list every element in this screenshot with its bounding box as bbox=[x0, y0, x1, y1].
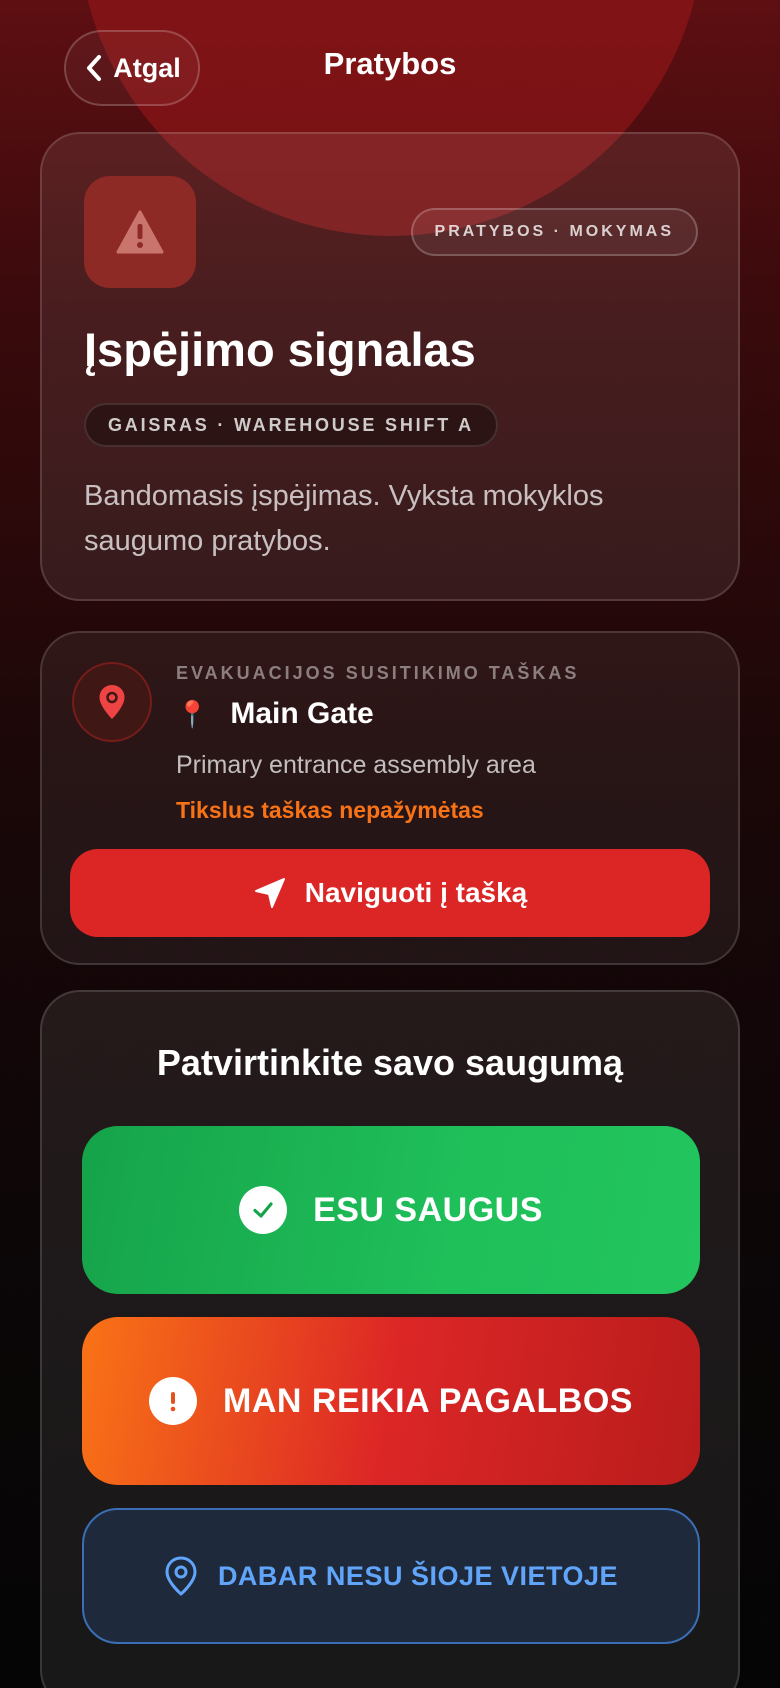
drill-mode-badge: PRATYBOS · MOKYMAS bbox=[410, 208, 698, 256]
alert-type-badge: GAISRAS · WAREHOUSE SHIFT A bbox=[84, 403, 498, 447]
assembly-point-description: Primary entrance assembly area bbox=[176, 751, 536, 779]
alert-card: PRATYBOS · MOKYMAS Įspėjimo signalas GAI… bbox=[40, 132, 740, 601]
im-safe-button[interactable]: ESU SAUGUS bbox=[82, 1126, 700, 1294]
map-pin-outline-icon bbox=[165, 1556, 197, 1596]
map-pin-icon bbox=[99, 685, 125, 719]
safety-card: Patvirtinkite savo saugumą ESU SAUGUS MA… bbox=[40, 990, 740, 1688]
warning-triangle-icon bbox=[116, 210, 164, 254]
assembly-point-label: EVAKUACIJOS SUSITIKIMO TAŠKAS bbox=[176, 663, 580, 683]
pushpin-icon: 📍 bbox=[176, 698, 209, 729]
navigate-button[interactable]: Naviguoti į tašką bbox=[70, 849, 710, 937]
exclamation-circle-icon bbox=[149, 1377, 198, 1425]
alert-title: Įspėjimo signalas bbox=[84, 323, 476, 376]
assembly-point-name-row: 📍 Main Gate bbox=[176, 697, 374, 731]
location-icon-circle bbox=[72, 662, 152, 742]
navigation-arrow-icon bbox=[254, 878, 285, 908]
assembly-point-warning: Tikslus taškas nepažymėtas bbox=[176, 797, 484, 823]
alert-description: Bandomasis įspėjimas. Vyksta mokyklos sa… bbox=[84, 480, 604, 557]
page-title: Pratybos bbox=[323, 46, 457, 81]
not-at-location-button[interactable]: DABAR NESU ŠIOJE VIETOJE bbox=[82, 1508, 700, 1644]
assembly-point-card: EVAKUACIJOS SUSITIKIMO TAŠKAS 📍 Main Gat… bbox=[40, 631, 740, 965]
not-at-location-label: DABAR NESU ŠIOJE VIETOJE bbox=[217, 1560, 619, 1591]
safety-title: Patvirtinkite savo saugumą bbox=[156, 1042, 624, 1083]
need-help-button[interactable]: MAN REIKIA PAGALBOS bbox=[82, 1317, 700, 1485]
assembly-point-name: Main Gate bbox=[230, 697, 374, 730]
navigate-label: Naviguoti į tašką bbox=[304, 877, 528, 908]
check-circle-icon bbox=[239, 1186, 288, 1234]
alert-icon-tile bbox=[84, 176, 196, 288]
im-safe-label: ESU SAUGUS bbox=[313, 1190, 543, 1229]
top-bar: Atgal Pratybos bbox=[0, 0, 780, 140]
need-help-label: MAN REIKIA PAGALBOS bbox=[223, 1381, 633, 1420]
